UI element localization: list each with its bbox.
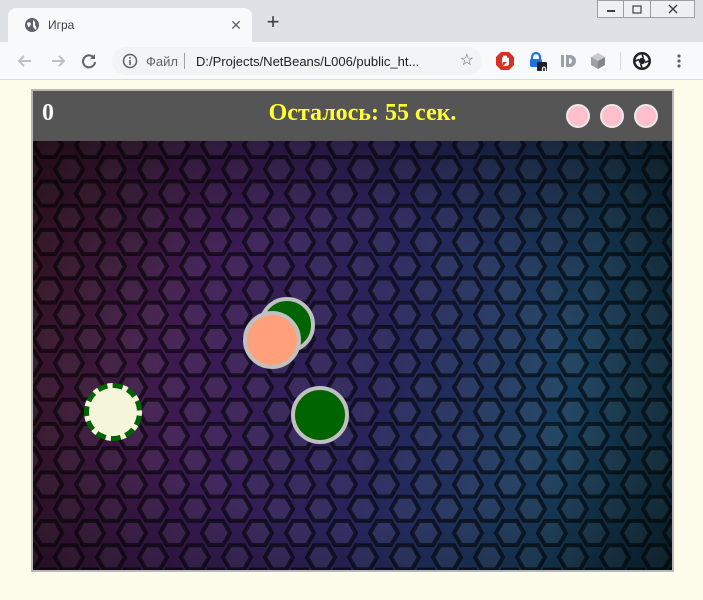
maximize-button[interactable] bbox=[624, 0, 651, 18]
window-controls bbox=[597, 0, 695, 18]
reload-icon bbox=[82, 54, 96, 69]
browser-toolbar: Файл D:/Projects/NetBeans/L006/public_ht… bbox=[0, 42, 703, 80]
back-button[interactable] bbox=[14, 50, 36, 72]
new-tab-button[interactable]: + bbox=[262, 11, 284, 34]
green-ball[interactable] bbox=[291, 386, 349, 444]
salmon-ball[interactable] bbox=[243, 311, 301, 369]
minimize-button[interactable] bbox=[597, 0, 624, 18]
tab-strip: Игра ✕ + bbox=[0, 0, 703, 42]
life-token bbox=[566, 104, 590, 128]
star-icon[interactable]: ☆ bbox=[460, 52, 474, 70]
life-token bbox=[634, 104, 658, 128]
game-hud: 0 Осталось: 55 сек. bbox=[33, 91, 672, 141]
arrow-right-icon bbox=[52, 55, 66, 67]
cube-icon[interactable] bbox=[588, 51, 608, 71]
scheme-label: Файл bbox=[146, 54, 178, 69]
info-icon[interactable] bbox=[122, 53, 138, 69]
reload-button[interactable] bbox=[78, 50, 100, 72]
arrow-left-icon bbox=[17, 55, 31, 67]
menu-button[interactable] bbox=[668, 50, 690, 72]
more-vertical-icon bbox=[677, 54, 681, 68]
id-icon[interactable] bbox=[558, 51, 578, 71]
minimize-icon bbox=[606, 10, 615, 12]
life-token bbox=[600, 104, 624, 128]
globe-icon bbox=[25, 18, 39, 32]
play-field[interactable] bbox=[33, 141, 672, 570]
close-window-button[interactable] bbox=[651, 0, 695, 18]
close-icon bbox=[668, 4, 677, 14]
close-tab-icon[interactable]: ✕ bbox=[228, 17, 244, 33]
tab-game[interactable]: Игра ✕ bbox=[8, 8, 252, 42]
address-bar[interactable]: Файл D:/Projects/NetBeans/L006/public_ht… bbox=[112, 47, 482, 75]
toolbar-divider bbox=[620, 52, 621, 70]
aperture-icon[interactable] bbox=[632, 51, 652, 71]
vignette-overlay bbox=[33, 141, 672, 570]
maximize-icon bbox=[632, 4, 642, 14]
extension-badge: 0 bbox=[541, 65, 547, 75]
adblock-icon[interactable] bbox=[495, 51, 515, 71]
forward-button[interactable] bbox=[47, 50, 69, 72]
tab-title: Игра bbox=[48, 18, 75, 32]
player-ball[interactable] bbox=[84, 383, 142, 441]
url-text[interactable]: D:/Projects/NetBeans/L006/public_ht... bbox=[196, 54, 419, 69]
omnibox-divider bbox=[184, 53, 185, 69]
game-canvas[interactable]: 0 Осталось: 55 сек. bbox=[31, 89, 674, 572]
lives-indicator bbox=[566, 104, 658, 128]
